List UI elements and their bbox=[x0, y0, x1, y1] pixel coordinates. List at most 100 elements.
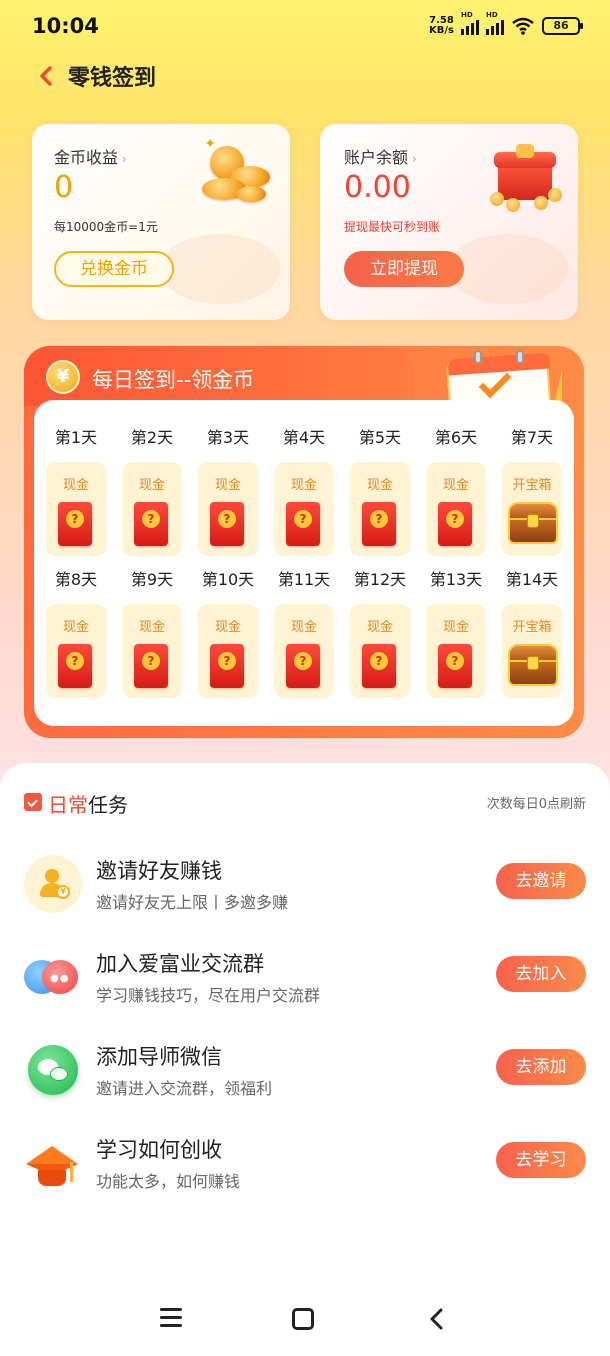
refresh-note: 次数每日0点刷新 bbox=[486, 797, 586, 812]
signin-day-label: 第9天 bbox=[130, 570, 174, 589]
go-learn-button[interactable]: 去学习 bbox=[496, 1142, 586, 1178]
signal-icon: HD bbox=[461, 11, 479, 35]
status-time: 10:04 bbox=[32, 14, 99, 38]
go-join-button[interactable]: 去加入 bbox=[496, 956, 586, 992]
graduation-cap-icon bbox=[24, 1134, 82, 1192]
withdraw-speed-note: 提现最快可秒到账 bbox=[344, 220, 441, 234]
red-gift-box-icon bbox=[490, 142, 562, 212]
go-invite-button[interactable]: 去邀请 bbox=[496, 863, 586, 899]
task-name: 学习如何创收 bbox=[96, 1138, 222, 1162]
red-envelope-icon: ? bbox=[438, 502, 472, 546]
account-balance-value: 0.00 bbox=[344, 170, 411, 205]
signin-day-label: 第8天 bbox=[54, 570, 98, 589]
signin-day-label: 第1天 bbox=[54, 428, 98, 447]
red-envelope-icon: ? bbox=[134, 502, 168, 546]
status-bar: 10:04 7.58 KB/s HD HD 86 bbox=[0, 0, 610, 56]
signin-day-tile[interactable]: 开宝箱 bbox=[502, 604, 562, 698]
hd-label: HD bbox=[461, 11, 473, 19]
reward-label: 现金 bbox=[442, 620, 469, 635]
signin-day-tile[interactable]: 现金? bbox=[350, 462, 410, 556]
signin-day-tile[interactable]: 开宝箱 bbox=[502, 462, 562, 556]
reward-label: 现金 bbox=[62, 478, 89, 493]
system-nav-bar bbox=[0, 1290, 610, 1350]
signin-day-tile[interactable]: 现金? bbox=[274, 604, 334, 698]
task-name: 加入爱富业交流群 bbox=[96, 952, 264, 976]
task-row-join-group: ●● 加入爱富业交流群 学习赚钱技巧，尽在用户交流群 去加入 bbox=[0, 940, 610, 1020]
red-envelope-icon: ? bbox=[210, 502, 244, 546]
signin-day-tile[interactable]: 现金? bbox=[122, 604, 182, 698]
red-envelope-icon: ? bbox=[134, 644, 168, 688]
coin-earnings-label-text: 金币收益 bbox=[54, 148, 119, 167]
daily-tasks-title: 日常任务 bbox=[48, 789, 128, 818]
back-arrow-icon[interactable] bbox=[36, 62, 58, 90]
task-row-invite: ¥ 邀请好友赚钱 邀请好友无上限丨多邀多赚 去邀请 bbox=[0, 847, 610, 927]
task-list-icon bbox=[24, 793, 42, 811]
coin-exchange-rate: 每10000金币=1元 bbox=[54, 220, 158, 234]
yuan-coin-icon: ¥ bbox=[46, 360, 80, 394]
signal-icon-2: HD bbox=[486, 11, 504, 35]
task-name: 添加导师微信 bbox=[96, 1045, 222, 1069]
account-balance-label-text: 账户余额 bbox=[344, 148, 409, 167]
signin-day-tile[interactable]: 现金? bbox=[274, 462, 334, 556]
daily-tasks-section: 日常任务 次数每日0点刷新 ¥ 邀请好友赚钱 邀请好友无上限丨多邀多赚 去邀请 … bbox=[0, 763, 610, 1356]
signin-day-label: 第3天 bbox=[206, 428, 250, 447]
decorative-envelope-shadow bbox=[448, 234, 568, 304]
red-envelope-icon: ? bbox=[210, 644, 244, 688]
signin-day-label: 第4天 bbox=[282, 428, 326, 447]
reward-label: 开宝箱 bbox=[512, 620, 552, 635]
network-speed-unit: KB/s bbox=[429, 25, 454, 36]
signin-day-tile[interactable]: 现金? bbox=[198, 604, 258, 698]
reward-label: 现金 bbox=[138, 478, 165, 493]
coin-earnings-value: 0 bbox=[54, 170, 74, 205]
battery-icon: 86 bbox=[542, 17, 583, 35]
task-name: 邀请好友赚钱 bbox=[96, 859, 222, 883]
reward-label: 现金 bbox=[290, 620, 317, 635]
signin-day-label: 第14天 bbox=[505, 570, 559, 589]
task-description: 学习赚钱技巧，尽在用户交流群 bbox=[96, 986, 321, 1005]
reward-label: 现金 bbox=[214, 620, 241, 635]
signin-day-tile[interactable]: 现金? bbox=[350, 604, 410, 698]
task-description: 邀请好友无上限丨多邀多赚 bbox=[96, 893, 289, 912]
wifi-icon bbox=[512, 17, 534, 35]
signin-day-label: 第2天 bbox=[130, 428, 174, 447]
chevron-right-icon: › bbox=[412, 152, 417, 166]
recent-apps-icon[interactable] bbox=[160, 1308, 182, 1328]
task-row-add-wechat: 添加导师微信 邀请进入交流群，领福利 去添加 bbox=[0, 1033, 610, 1113]
account-balance-card[interactable]: 账户余额 › 0.00 提现最快可秒到账 立即提现 bbox=[320, 124, 578, 320]
signin-day-tile[interactable]: 现金? bbox=[426, 462, 486, 556]
exchange-coins-button[interactable]: 兑换金币 bbox=[54, 251, 174, 287]
daily-tasks-title-rest: 任务 bbox=[88, 793, 128, 817]
reward-label: 现金 bbox=[62, 620, 89, 635]
coin-stack-icon bbox=[196, 136, 276, 216]
home-icon[interactable] bbox=[292, 1308, 314, 1330]
red-envelope-icon: ? bbox=[58, 502, 92, 546]
withdraw-now-button[interactable]: 立即提现 bbox=[344, 251, 464, 287]
go-add-button[interactable]: 去添加 bbox=[496, 1049, 586, 1085]
reward-label: 开宝箱 bbox=[512, 478, 552, 493]
red-envelope-icon: ? bbox=[438, 644, 472, 688]
task-description: 邀请进入交流群，领福利 bbox=[96, 1079, 273, 1098]
system-back-icon[interactable] bbox=[426, 1308, 448, 1330]
coin-earnings-card[interactable]: 金币收益 › 0 每10000金币=1元 兑换金币 ✦ bbox=[32, 124, 290, 320]
page-title: 零钱签到 bbox=[68, 66, 157, 91]
signin-day-label: 第11天 bbox=[277, 570, 331, 589]
account-balance-label[interactable]: 账户余额 › bbox=[344, 144, 417, 168]
red-envelope-icon: ? bbox=[362, 502, 396, 546]
signin-days-grid: 第1天 现金? 第2天 现金? 第3天 现金? 第4天 现金? 第5天 现金? 第6天 现金? 第7天开… bbox=[34, 400, 574, 726]
treasure-chest-icon bbox=[508, 502, 558, 544]
red-envelope-icon: ? bbox=[362, 644, 396, 688]
page-header: 零钱签到 bbox=[0, 56, 610, 96]
reward-label: 现金 bbox=[442, 478, 469, 493]
signin-day-label: 第6天 bbox=[434, 428, 478, 447]
signin-day-tile[interactable]: 现金? bbox=[122, 462, 182, 556]
signin-day-tile[interactable]: 现金? bbox=[426, 604, 486, 698]
reward-label: 现金 bbox=[366, 478, 393, 493]
signin-day-tile[interactable]: 现金? bbox=[46, 604, 106, 698]
signin-day-tile[interactable]: 现金? bbox=[46, 462, 106, 556]
decorative-coin-shadow bbox=[160, 234, 280, 304]
coin-earnings-label[interactable]: 金币收益 › bbox=[54, 144, 127, 168]
signin-day-label: 第12天 bbox=[353, 570, 407, 589]
invite-friend-icon: ¥ bbox=[24, 855, 82, 913]
daily-tasks-title-highlight: 日常 bbox=[48, 793, 88, 817]
signin-day-tile[interactable]: 现金? bbox=[198, 462, 258, 556]
